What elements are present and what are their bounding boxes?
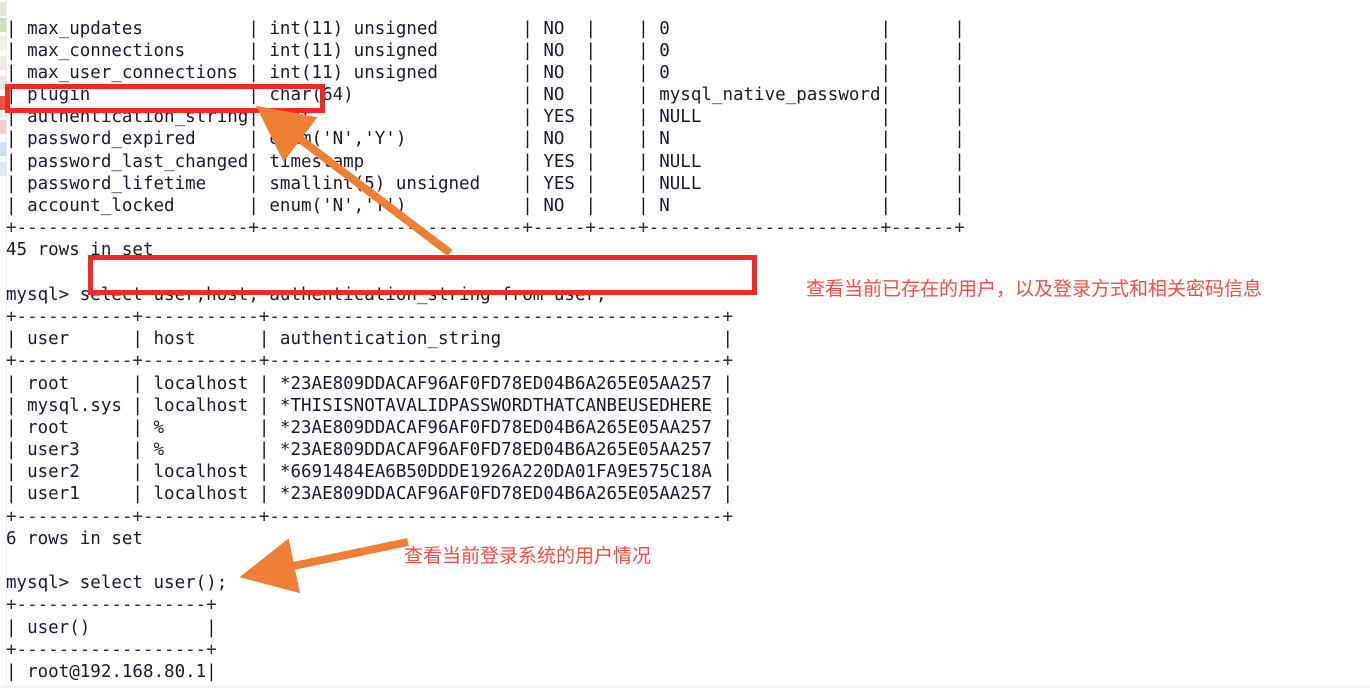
desc-row: | password_expired | enum('N','Y') | NO … [6, 128, 1370, 150]
desc-row: | max_connections | int(11) unsigned | N… [6, 40, 1370, 62]
desc-line-5: | password_expired | enum('N','Y') | NO … [6, 129, 965, 150]
desc-line-9: +----------------------+----------------… [6, 218, 965, 239]
desc-line-15: +-----------+-----------+---------------… [6, 351, 733, 372]
desc-line-14: | user | host | authentication_string | [6, 329, 733, 350]
desc-line-2: | max_user_connections | int(11) unsigne… [6, 62, 965, 83]
desc-line-17: | mysql.sys | localhost | *THISISNOTAVAL… [6, 395, 733, 416]
table-row: | user3 | % | *23AE809DDACAF96AF0FD78ED0… [6, 439, 1370, 461]
desc-row: | max_updates | int(11) unsigned | NO | … [6, 18, 1370, 40]
table-row: | root | % | *23AE809DDACAF96AF0FD78ED04… [6, 417, 1370, 439]
desc-line-18: | root | % | *23AE809DDACAF96AF0FD78ED04… [6, 417, 733, 438]
desc-line-19: | user3 | % | *23AE809DDACAF96AF0FD78ED0… [6, 440, 733, 461]
desc-line-6: | password_last_changed| timestamp | YES… [6, 151, 965, 172]
desc-line-4: | authentication_string| text | YES | | … [6, 107, 965, 128]
annotation-users-query: 查看当前已存在的用户，以及登录方式和相关密码信息 [806, 278, 1263, 300]
userfn-table-border-mid: +------------------+ [6, 639, 1370, 661]
desc-line-12: mysql> select user,host, authentication_… [6, 284, 607, 305]
edge-chip [0, 2, 6, 16]
desc-line-21: | user1 | localhost | *23AE809DDACAF96AF… [6, 484, 733, 505]
desc-line-7: | password_lifetime | smallint(5) unsign… [6, 173, 965, 194]
desc-line-0: | max_updates | int(11) unsigned | NO | … [6, 18, 965, 39]
desc-line-13: +-----------+-----------+---------------… [6, 306, 733, 327]
screenshot-root: | max_updates | int(11) unsigned | NO | … [0, 0, 1370, 688]
desc-row: | plugin | char(64) | NO | | mysql_nativ… [6, 84, 1370, 106]
userfn-table-header: | user() | [6, 617, 1370, 639]
table-row: | user1 | localhost | *23AE809DDACAF96AF… [6, 483, 1370, 505]
desc-line-20: | user2 | localhost | *6691484EA6B50DDDE… [6, 462, 733, 483]
prompt-line-select-user-fn[interactable]: mysql> select user(); [6, 572, 1370, 594]
desc-table-border: +----------------------+----------------… [6, 217, 1370, 239]
userfn-table-border-top: +------------------+ [6, 594, 1370, 616]
desc-line-27: | user() | [6, 617, 217, 638]
users-table-header: | user | host | authentication_string | [6, 328, 1370, 350]
table-row: | root@192.168.80.1| [6, 661, 1370, 683]
desc-line-8: | account_locked | enum('N','Y') | NO | … [6, 196, 965, 216]
users-row-count: 6 rows in set [6, 528, 1370, 550]
desc-line-22: +-----------+-----------+---------------… [6, 506, 733, 527]
terminal-output: | max_updates | int(11) unsigned | NO | … [6, 18, 1370, 688]
desc-row: | max_user_connections | int(11) unsigne… [6, 62, 1370, 84]
desc-line-10: 45 rows in set [6, 240, 154, 261]
desc-line-23: 6 rows in set [6, 528, 143, 549]
users-table-border-bottom: +-----------+-----------+---------------… [6, 506, 1370, 528]
desc-row-authentication-string: | authentication_string| text | YES | | … [6, 106, 1370, 128]
table-row: | root | localhost | *23AE809DDACAF96AF0… [6, 373, 1370, 395]
users-table-border-top: +-----------+-----------+---------------… [6, 306, 1370, 328]
desc-line-26: +------------------+ [6, 595, 217, 616]
desc-row: | account_locked | enum('N','Y') | NO | … [6, 195, 1370, 217]
table-row: | user2 | localhost | *6691484EA6B50DDDE… [6, 461, 1370, 483]
desc-line-1: | max_connections | int(11) unsigned | N… [6, 40, 965, 61]
table-row: | mysql.sys | localhost | *THISISNOTAVAL… [6, 395, 1370, 417]
desc-line-25: mysql> select user(); [6, 573, 228, 594]
desc-line-3: | plugin | char(64) | NO | | mysql_nativ… [6, 85, 965, 106]
desc-line-28: +------------------+ [6, 639, 217, 660]
users-table-border-mid: +-----------+-----------+---------------… [6, 350, 1370, 372]
desc-row: | password_last_changed| timestamp | YES… [6, 151, 1370, 173]
desc-row: | password_lifetime | smallint(5) unsign… [6, 173, 1370, 195]
desc-row-count: 45 rows in set [6, 239, 1370, 261]
desc-line-16: | root | localhost | *23AE809DDACAF96AF0… [6, 373, 733, 394]
desc-line-29: | root@192.168.80.1| [6, 661, 217, 682]
annotation-current-user: 查看当前登录系统的用户情况 [404, 545, 652, 567]
